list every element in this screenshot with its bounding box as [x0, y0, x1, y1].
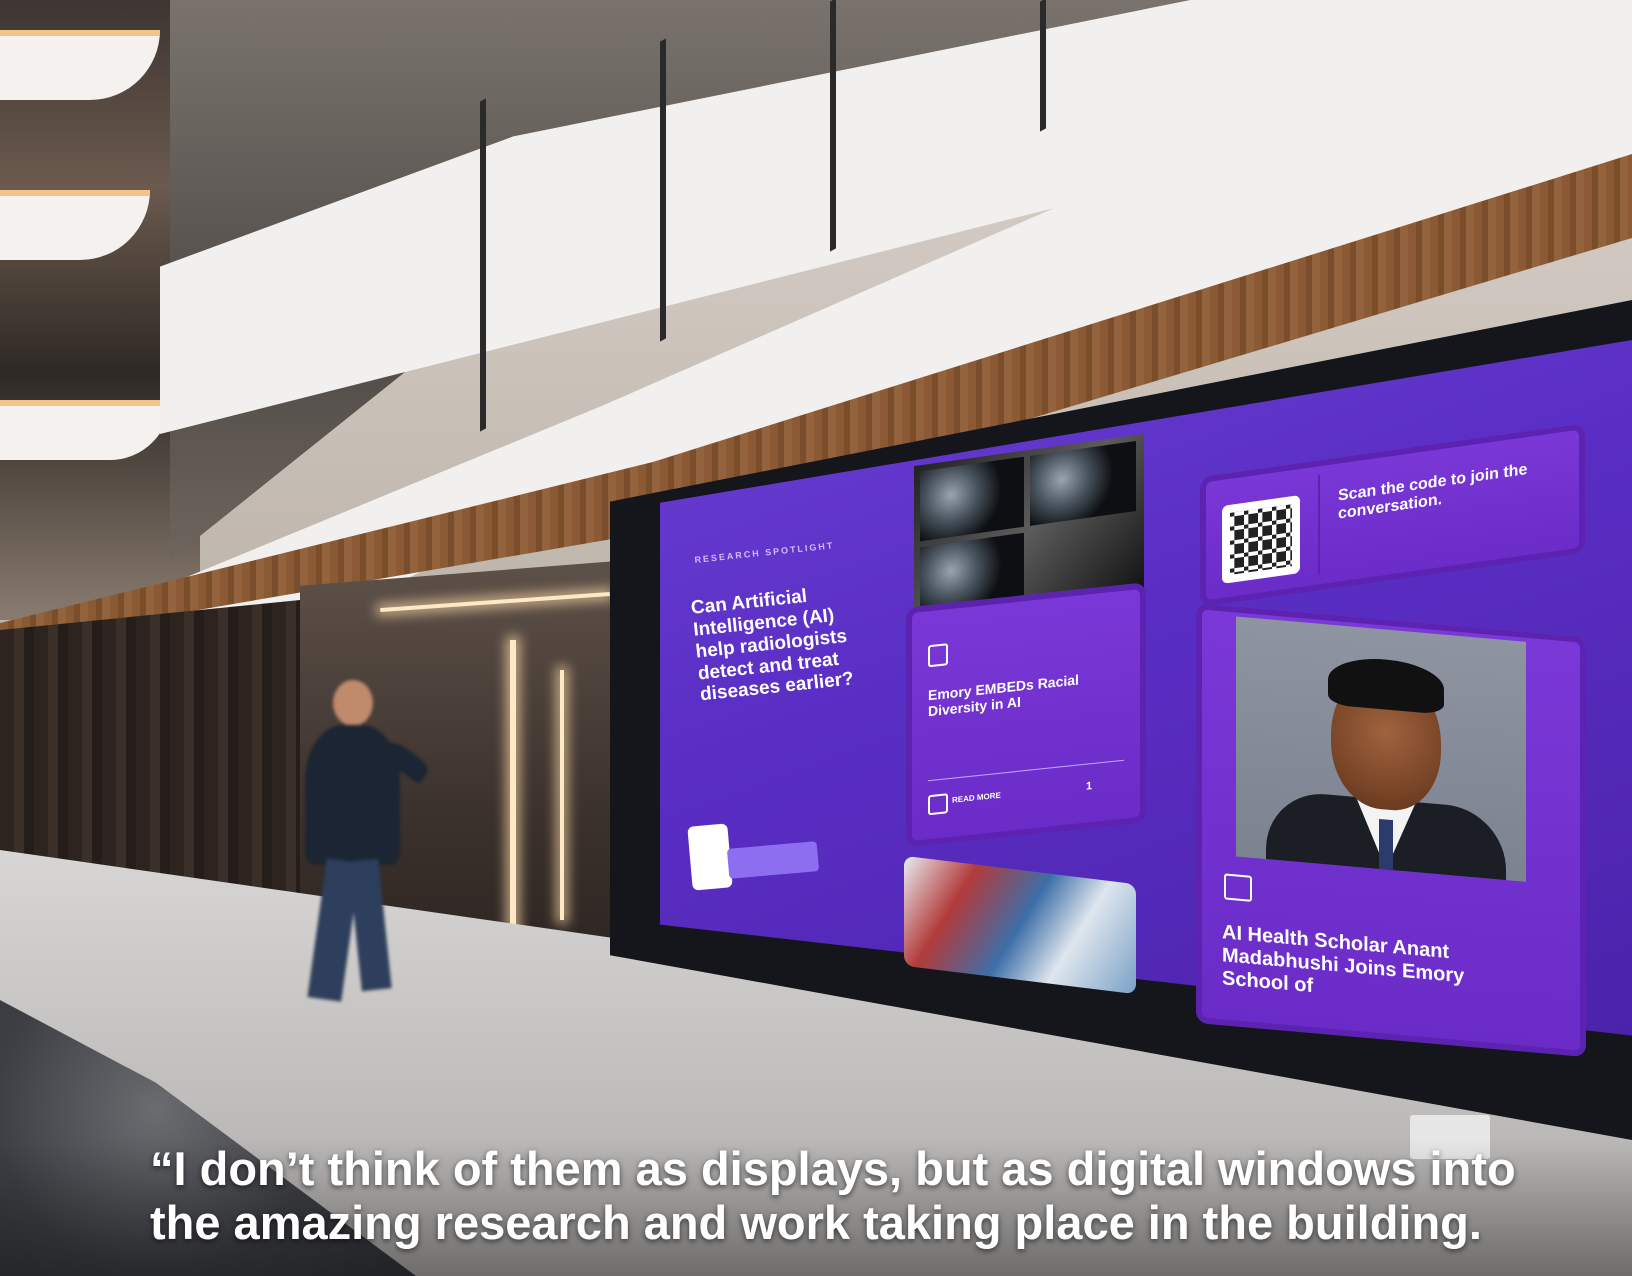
headline-text: Can Artificial Intelligence (AI) help ra…	[690, 585, 855, 706]
photo-scene: RESEARCH SPOTLIGHT Can Artificial Intell…	[0, 0, 1632, 1276]
walking-person	[275, 680, 435, 1020]
quote-caption: “I don’t think of them as displays, but …	[150, 1142, 1516, 1249]
read-count: 1	[1086, 780, 1093, 793]
story-icon	[928, 643, 948, 668]
phone-qr-widget	[687, 823, 733, 891]
glass-mullion	[480, 98, 486, 432]
scholar-title: AI Health Scholar Anant Madabhushi Joins…	[1222, 921, 1465, 998]
read-icon	[928, 793, 948, 816]
news-icon	[1224, 873, 1252, 902]
scholar-portrait	[1236, 616, 1526, 882]
story-title: Emory EMBEDs Racial Diversity in AI	[928, 671, 1079, 720]
glass-mullion	[830, 0, 836, 252]
qr-code	[1222, 495, 1300, 584]
dark-wall-panels	[0, 600, 300, 900]
scholar-card[interactable]: AI Health Scholar Anant Madabhushi Joins…	[1196, 602, 1586, 1058]
read-more-label: READ MORE	[952, 790, 1001, 805]
glass-mullion	[1040, 0, 1046, 132]
story-card[interactable]: Emory EMBEDs Racial Diversity in AI READ…	[906, 582, 1146, 848]
glass-mullion	[660, 38, 666, 342]
scan-text: Scan the code to join the conversation.	[1338, 461, 1528, 524]
